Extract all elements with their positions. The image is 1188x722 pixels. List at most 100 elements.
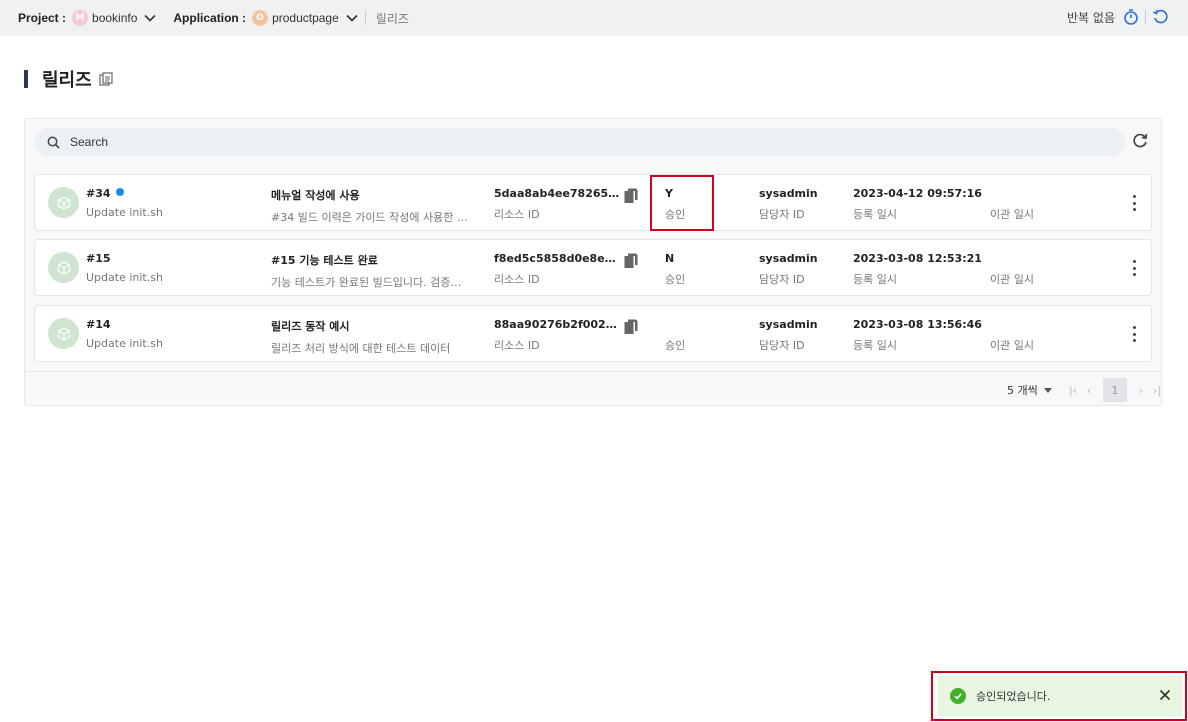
build-number: #34 — [86, 187, 111, 200]
page-header: 릴리즈 — [24, 66, 114, 92]
new-indicator — [115, 188, 124, 196]
owner-id: sysadmin — [759, 318, 818, 331]
copy-icon[interactable] — [624, 319, 638, 335]
divider — [364, 11, 366, 25]
copy-icon[interactable] — [624, 188, 638, 204]
owner-label: 담당자 ID — [759, 273, 805, 286]
first-page-icon[interactable]: |‹ — [1065, 384, 1081, 397]
approval-label: 승인 — [665, 273, 686, 286]
release-name: 메뉴얼 작성에 사용 — [271, 189, 360, 202]
release-description: 릴리즈 처리 방식에 대한 테스트 데이터 — [271, 342, 451, 355]
release-name-cell: #15 기능 테스트 완료 기능 테스트가 완료된 빌드입니다. 검증계에… — [271, 252, 471, 290]
search-input[interactable] — [70, 135, 970, 149]
more-options-icon[interactable] — [1131, 326, 1137, 342]
registered-cell: 2023-03-08 12:53:21 등록 일시 — [853, 252, 983, 287]
migrated-datetime — [990, 187, 1070, 200]
registered-cell: 2023-03-08 13:56:46 등록 일시 — [853, 318, 983, 353]
release-name: 릴리즈 동작 예시 — [271, 320, 350, 333]
package-icon — [57, 260, 70, 275]
build-number: #15 — [86, 252, 111, 265]
last-page-icon[interactable]: ›| — [1149, 384, 1165, 397]
table-row[interactable]: #34 Update init.sh 메뉴얼 작성에 사용 #34 빌드 이력은… — [34, 174, 1152, 231]
migrated-datetime — [990, 252, 1070, 265]
project-label: Project : — [18, 11, 67, 25]
application-value: productpage — [272, 11, 339, 25]
application-selector[interactable]: O productpage — [252, 10, 359, 26]
release-name-cell: 릴리즈 동작 예시 릴리즈 처리 방식에 대한 테스트 데이터 — [271, 318, 471, 356]
refresh-icon[interactable] — [1152, 9, 1168, 25]
resource-label: 리소스 ID — [494, 273, 540, 286]
caret-down-icon — [1043, 387, 1052, 393]
commit-message: Update init.sh — [86, 337, 163, 350]
repeat-label[interactable]: 반복 없음 — [1067, 9, 1115, 26]
title-accent — [24, 70, 28, 88]
refresh-controls: 반복 없음 — [1067, 8, 1168, 26]
more-options-icon[interactable] — [1131, 260, 1137, 276]
commit-message: Update init.sh — [86, 271, 163, 284]
top-bar: Project : M bookinfo Application : O pro… — [0, 0, 1188, 36]
resource-cell: 88aa90276b2f00290d3f… 리소스 ID — [494, 318, 622, 353]
avatar — [48, 318, 79, 349]
highlight-box — [650, 175, 714, 231]
owner-cell: sysadmin 담당자 ID — [759, 252, 839, 287]
migrated-datetime — [990, 318, 1070, 331]
resource-id: 5daa8ab4ee78265a4ea… — [494, 187, 622, 200]
registered-cell: 2023-04-12 09:57:16 등록 일시 — [853, 187, 983, 222]
breadcrumb: 릴리즈 — [375, 11, 409, 26]
search-icon — [47, 136, 60, 149]
commit-message: Update init.sh — [86, 206, 163, 219]
avatar — [48, 252, 79, 283]
page-number-current[interactable]: 1 — [1103, 378, 1127, 402]
release-name: #15 기능 테스트 완료 — [271, 254, 378, 267]
previous-page-icon[interactable]: ‹ — [1081, 384, 1097, 397]
release-list-panel: #34 Update init.sh 메뉴얼 작성에 사용 #34 빌드 이력은… — [24, 118, 1162, 406]
check-circle-icon — [950, 688, 966, 704]
approval-value — [665, 318, 725, 331]
more-options-icon[interactable] — [1131, 195, 1137, 211]
migrated-label: 이관 일시 — [990, 208, 1034, 221]
project-badge: M — [72, 10, 89, 26]
build-cell: #14 Update init.sh — [86, 318, 236, 350]
table-row[interactable]: #15 Update init.sh #15 기능 테스트 완료 기능 테스트가… — [34, 239, 1152, 296]
chevron-down-icon — [144, 14, 156, 22]
resource-cell: 5daa8ab4ee78265a4ea… 리소스 ID — [494, 187, 622, 222]
build-number: #14 — [86, 318, 111, 331]
search-bar[interactable] — [35, 128, 1125, 156]
project-value: bookinfo — [92, 11, 138, 25]
toast-message: 승인되었습니다. — [976, 690, 1051, 703]
page-size-select[interactable]: 5 개씩 — [1007, 382, 1052, 398]
close-icon[interactable] — [1158, 688, 1172, 702]
approval-value: N — [665, 252, 675, 265]
copy-icon[interactable] — [624, 253, 638, 269]
release-description: 기능 테스트가 완료된 빌드입니다. 검증계에… — [271, 276, 471, 289]
page-size-value: 5 개씩 — [1007, 384, 1038, 397]
owner-id: sysadmin — [759, 252, 818, 265]
resource-label: 리소스 ID — [494, 339, 540, 352]
migrated-label: 이관 일시 — [990, 273, 1034, 286]
owner-cell: sysadmin 담당자 ID — [759, 318, 839, 353]
divider — [1145, 10, 1146, 24]
project-selector[interactable]: M bookinfo — [72, 10, 157, 26]
application-badge: O — [252, 10, 269, 26]
refresh-icon[interactable] — [1131, 132, 1149, 150]
release-description: #34 빌드 이력은 가이드 작성에 사용한 릴리… — [271, 211, 471, 224]
page-title: 릴리즈 — [42, 70, 92, 91]
resource-label: 리소스 ID — [494, 208, 540, 221]
copy-icon[interactable] — [98, 71, 114, 87]
registered-label: 등록 일시 — [853, 273, 897, 286]
pagination-footer: 5 개씩 |‹ ‹ 1 › ›| — [25, 371, 1161, 406]
next-page-icon[interactable]: › — [1133, 384, 1149, 397]
success-toast: 승인되었습니다. — [938, 676, 1182, 716]
owner-cell: sysadmin 담당자 ID — [759, 187, 839, 222]
application-label: Application : — [173, 11, 247, 25]
timer-icon[interactable] — [1123, 8, 1139, 26]
table-row[interactable]: #14 Update init.sh 릴리즈 동작 예시 릴리즈 처리 방식에 … — [34, 305, 1152, 362]
owner-label: 담당자 ID — [759, 339, 805, 352]
registered-label: 등록 일시 — [853, 208, 897, 221]
build-cell: #15 Update init.sh — [86, 252, 236, 284]
migrated-cell: 이관 일시 — [990, 318, 1070, 353]
package-icon — [57, 326, 70, 341]
release-name-cell: 메뉴얼 작성에 사용 #34 빌드 이력은 가이드 작성에 사용한 릴리… — [271, 187, 471, 225]
registered-datetime: 2023-03-08 12:53:21 — [853, 252, 982, 265]
migrated-cell: 이관 일시 — [990, 187, 1070, 222]
